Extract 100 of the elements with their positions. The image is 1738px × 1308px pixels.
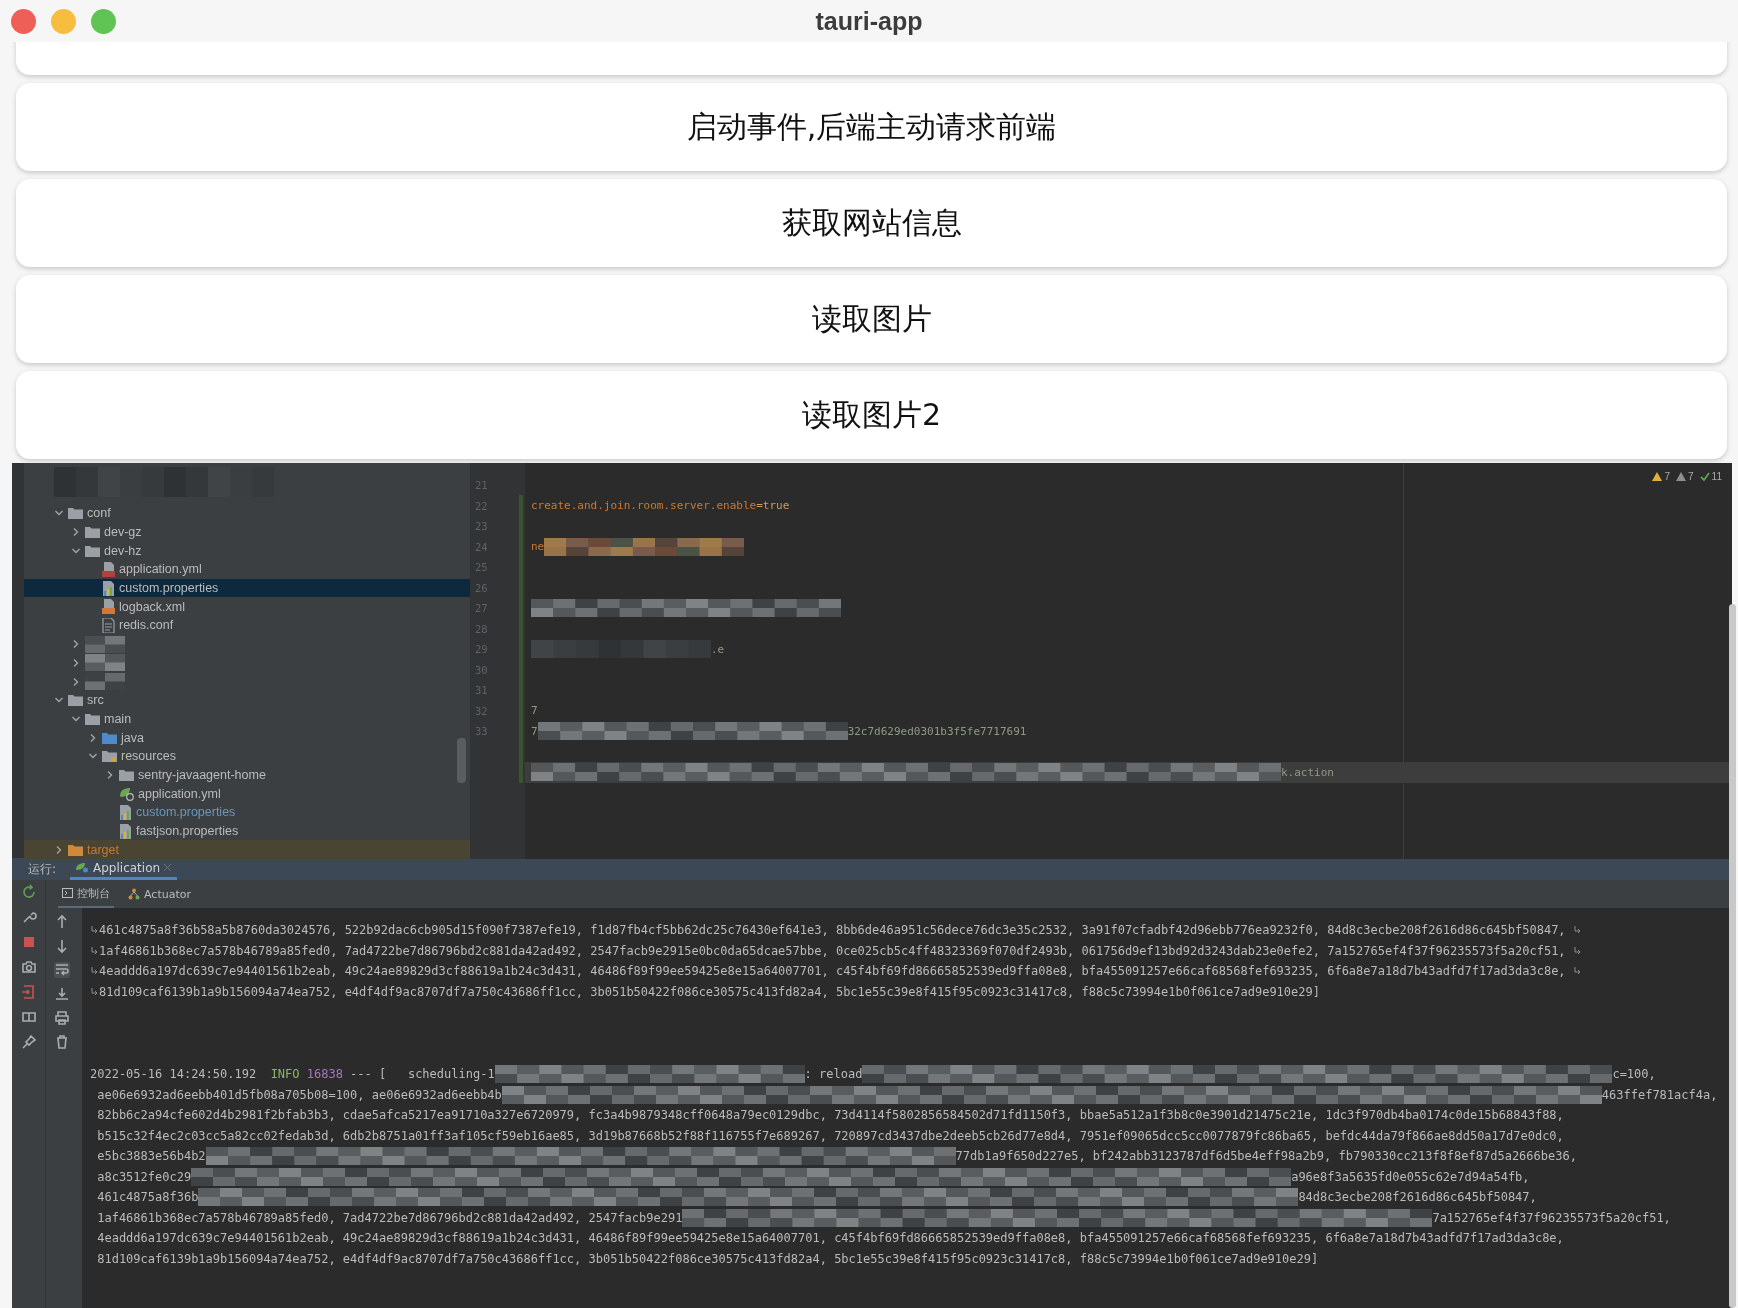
file-name: main <box>104 711 132 726</box>
close-icon[interactable] <box>164 864 172 871</box>
code-text: 7 <box>531 704 538 718</box>
scrollbar[interactable] <box>1729 604 1736 1308</box>
tree-item[interactable]: resources <box>24 746 470 766</box>
folder-icon <box>85 544 100 557</box>
file-name: dev-gz <box>104 525 142 540</box>
file-icon <box>102 617 115 633</box>
property-value: =true <box>756 499 790 513</box>
console-tab[interactable]: Actuator <box>124 880 195 908</box>
tree-item[interactable]: custom.properties <box>24 578 470 598</box>
log-text: 84d8c3ecbe208f2616d86c645bf50847, <box>1298 1190 1537 1205</box>
tree-item[interactable]: redis.conf <box>24 616 470 635</box>
process-id: 16838 <box>305 1067 343 1082</box>
file-name: java <box>121 730 144 745</box>
soft-wrap-icon <box>91 945 98 956</box>
file-icon <box>102 580 115 596</box>
code-text: .e <box>711 642 725 656</box>
file-name: target <box>87 842 119 857</box>
log-text: b515c32f4ec2c03cc5a82cc02fedab3d, 6db2b8751a01ff3af105cf59eb16ae85, 3d19b87668b52f88f116755f7e689267, 720897cd3437dbe2deeb5cb26d77e8d4, 7951ef09065dcc5cc0077879fc86ba65, befdc44da79f866ae8dd50a17d7e0dc0, <box>96 1128 1564 1143</box>
action-button[interactable]: 启动事件,后端主动请求前端 <box>16 83 1727 171</box>
trash-icon[interactable] <box>54 1034 70 1050</box>
chevron-icon[interactable] <box>71 639 81 650</box>
file-name: logback.xml <box>119 599 185 614</box>
pixelated-mask <box>85 654 125 672</box>
down-arrow-icon[interactable] <box>54 938 70 954</box>
tree-item[interactable]: application.yml <box>24 784 470 803</box>
rerun-icon[interactable] <box>20 884 37 900</box>
pixelated-mask <box>85 673 125 691</box>
soft-wrap-icon <box>91 966 98 977</box>
scrollbar[interactable] <box>457 738 466 783</box>
action-button[interactable]: 读取图片 <box>16 275 1727 363</box>
soft-wrap-icon <box>1573 966 1581 977</box>
log-text: --- [ scheduling-1 <box>349 1067 495 1082</box>
action-button[interactable]: 读取图片2 <box>16 371 1727 459</box>
log-text: 81d109caf6139b1a9b156094a74ea752, e4df4df9ac8707df7a750c43686ff1cc, 3b051b50422f086ce30575c413fd82a4, 5bc1e55c39e8f415f95c0923c31417c8, f88c5c73994e1b0f061ce7ad9e910e29] <box>99 984 1320 999</box>
folder-icon <box>68 507 83 520</box>
log-text: 461c4875a8f36b58a5b8760da3024576, 522b92dac6cb905d15f090f7387efe19, f1d87fb4cf5bb62dc25c76430ef641e3, 8bb6de46a951c56dece76dc3e35c2532, 3a91f07cfadbf42d96ebb776ea9232f0, 84d8c3ecbe208f2616d86c645bf50847, <box>99 923 1567 938</box>
tree-item[interactable]: dev-gz <box>24 522 470 542</box>
file-icon <box>119 823 132 839</box>
tree-item[interactable]: application.yml <box>24 560 470 579</box>
check-icon <box>1699 472 1710 481</box>
file-name: custom.properties <box>136 805 236 820</box>
chevron-icon[interactable] <box>88 732 98 743</box>
property-key: create.and.join.room.server.enable <box>531 499 757 513</box>
file-name: src <box>87 693 104 708</box>
chevron-icon[interactable] <box>105 769 115 780</box>
log-text: e5bc3883e56b4b2 <box>96 1149 206 1164</box>
pin-icon[interactable] <box>20 1034 37 1050</box>
chevron-icon[interactable] <box>71 657 81 668</box>
tree-item[interactable]: conf <box>24 504 470 523</box>
log-level: INFO <box>270 1067 300 1082</box>
log-text: 81d109caf6139b1a9b156094a74ea752, e4df4df9ac8707df7a750c43686ff1cc, 3b051b50422f086ce30575c413fd82a4, 5bc1e55c39e8f415f95c0923c31417c8, f88c5c73994e1b0f061ce7ad9e910e29] <box>96 1251 1319 1266</box>
zoom-button[interactable] <box>91 8 116 34</box>
leaf-icon <box>76 862 90 873</box>
file-name: redis.conf <box>119 618 174 633</box>
warning-icon <box>1652 472 1663 481</box>
file-name: sentry-javaagent-home <box>138 767 266 782</box>
folder-icon <box>68 694 83 707</box>
print-icon[interactable] <box>54 1010 70 1026</box>
log-text: 82bb6c2a94cfe602d4b2981f2bfab3b3, cdae5afca5217ea91710a327e6720979, fc3a4b9879348cff0648a79ec0129dbc, 73d4114f5802856584502d71fd1150f3, bbae5a512a1f3b8c0e3901d21475c21e, 1dc3f970db4ba0174c0de15b68843f88, <box>96 1108 1564 1123</box>
problem-count: 11 <box>1711 471 1722 482</box>
log-text: 1af46861b368ec7a578b46789a85fed0, 7ad4722be7d86796bd2c881da42ad492, 2547facb9e291 <box>96 1210 683 1225</box>
chevron-icon[interactable] <box>54 844 64 855</box>
file-name: conf <box>87 506 111 521</box>
tree-item[interactable]: fastjson.properties <box>24 821 470 841</box>
action-button[interactable]: 获取网站信息 <box>16 179 1727 267</box>
layout-icon[interactable] <box>20 1009 37 1025</box>
warning-icon <box>1676 472 1687 481</box>
chevron-icon[interactable] <box>71 676 81 687</box>
file-name: dev-hz <box>104 543 142 558</box>
camera-icon[interactable] <box>20 959 37 975</box>
tree-item[interactable]: main <box>24 709 470 729</box>
soft-wrap-icon[interactable] <box>54 962 70 978</box>
problem-count: 7 <box>1688 471 1694 482</box>
tree-item[interactable]: logback.xml <box>24 597 470 617</box>
scroll-end-icon[interactable] <box>54 986 70 1002</box>
file-icon <box>102 561 115 577</box>
chevron-icon[interactable] <box>71 527 81 538</box>
log-text: 4eaddd6a197dc639c7e94401561b2eab, 49c24ae89829d3cf88619a1b24c3d431, 46486f89f99ee59425e8e15a64007701, c45f4bf69fd86665852539ed9ffa08e8, bfa455091257e66caf68568fef693235, 6f6a8e7a18d7b43adfd7f17ad3da3c8e, <box>99 964 1567 979</box>
tree-item[interactable]: java <box>24 728 470 747</box>
tree-item[interactable]: sentry-javaagent-home <box>24 765 470 785</box>
file-name: resources <box>121 749 176 764</box>
tree-item[interactable]: target <box>24 840 470 860</box>
log-text: a96e8f3a5635fd0e055c62e7d94a54fb, <box>1291 1169 1530 1184</box>
tree-item[interactable]: src <box>24 690 470 710</box>
tree-item[interactable]: custom.properties <box>24 803 470 822</box>
tree-item[interactable]: dev-hz <box>24 541 470 561</box>
log-text: 1af46861b368ec7a578b46789a85fed0, 7ad4722be7d86796bd2c881da42ad492, 2547facb9e2915e0bc0da65dcae57bbe, 0ce025cb5c4ff48323369f070df2493b, 061756d9ef13bd92d3243dab23e0efe2, 7a152765ef4f37f96235573f5a20cf51, <box>99 943 1567 958</box>
exit-icon[interactable] <box>20 984 37 1000</box>
log-text: 4eaddd6a197dc639c7e94401561b2eab, 49c24ae89829d3cf88619a1b24c3d431, 46486f89f99ee59425e8e15a64007701, c45f4bf69fd86665852539ed9ffa08e8, bfa455091257e66caf68568fef693235, 6f6a8e7a18d7b43adfd7f17ad3da3c8e, <box>96 1231 1564 1246</box>
code-text: k.action <box>1281 765 1334 779</box>
close-button[interactable] <box>11 8 36 34</box>
code-text: 32c7d629ed0301b3f5fe7717691 <box>847 724 1027 738</box>
folder-icon <box>85 712 100 725</box>
window-title: tauri-app <box>815 6 923 36</box>
code-text: 7 <box>531 724 538 738</box>
log-text: : reload <box>804 1067 863 1082</box>
soft-wrap-icon <box>91 986 98 997</box>
folder-icon <box>102 731 117 744</box>
